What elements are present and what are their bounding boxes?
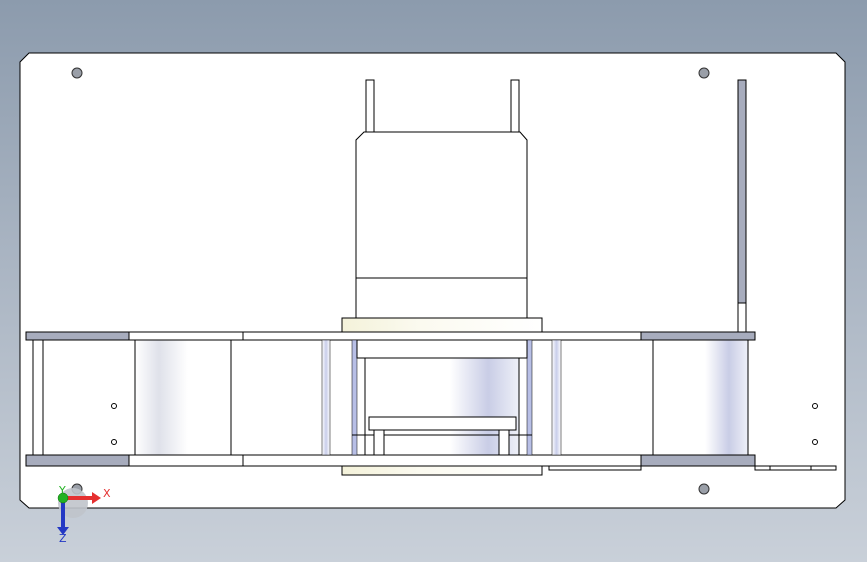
center-table-leg-right	[498, 429, 510, 456]
bottom-rail	[128, 454, 642, 467]
mounting-hole-top-left	[71, 67, 83, 79]
shaft-collar-top	[341, 317, 543, 333]
motor-prong-left	[365, 79, 375, 133]
bottom-strip-right	[754, 465, 837, 471]
bottom-strip	[548, 465, 642, 471]
triad-x-label: X	[103, 487, 111, 500]
center-post-right	[526, 339, 533, 456]
right-side-bolt	[812, 403, 818, 409]
left-roller	[134, 339, 232, 456]
left-end-frame	[32, 339, 44, 456]
center-post-left	[351, 339, 358, 456]
bottom-rail-right-cap	[640, 454, 756, 467]
motor-prong-right	[510, 79, 520, 133]
bottom-rail-left-cap	[25, 454, 130, 467]
right-frame-block	[652, 339, 749, 456]
vertical-guide-bar-lower	[737, 302, 747, 334]
shaft-collar-bottom	[341, 465, 543, 476]
center-drum	[356, 339, 528, 359]
center-post-right-outer	[551, 339, 562, 456]
coordinate-triad[interactable]: X Y Z	[57, 484, 111, 545]
center-table-leg-left	[373, 429, 385, 456]
left-end-block	[42, 339, 136, 456]
triad-y-label: Y	[58, 484, 66, 497]
top-rail	[128, 331, 642, 341]
center-post-left-outer	[321, 339, 331, 456]
triad-z-label: Z	[59, 532, 67, 545]
cad-viewport[interactable]: X Y Z	[0, 0, 867, 562]
left-block-bolt	[111, 403, 117, 409]
motor-body	[355, 131, 528, 279]
right-side-bolt	[812, 439, 818, 445]
center-table-top	[368, 416, 517, 431]
top-rail-left-cap	[25, 331, 130, 341]
mounting-hole-top-right	[698, 67, 710, 79]
center-drum-body	[364, 357, 520, 456]
motor-base	[355, 277, 528, 319]
left-block-bolt	[111, 439, 117, 445]
top-rail-right-cap	[640, 331, 756, 341]
vertical-guide-bar	[737, 79, 747, 304]
mounting-hole-bottom-right	[698, 483, 710, 495]
